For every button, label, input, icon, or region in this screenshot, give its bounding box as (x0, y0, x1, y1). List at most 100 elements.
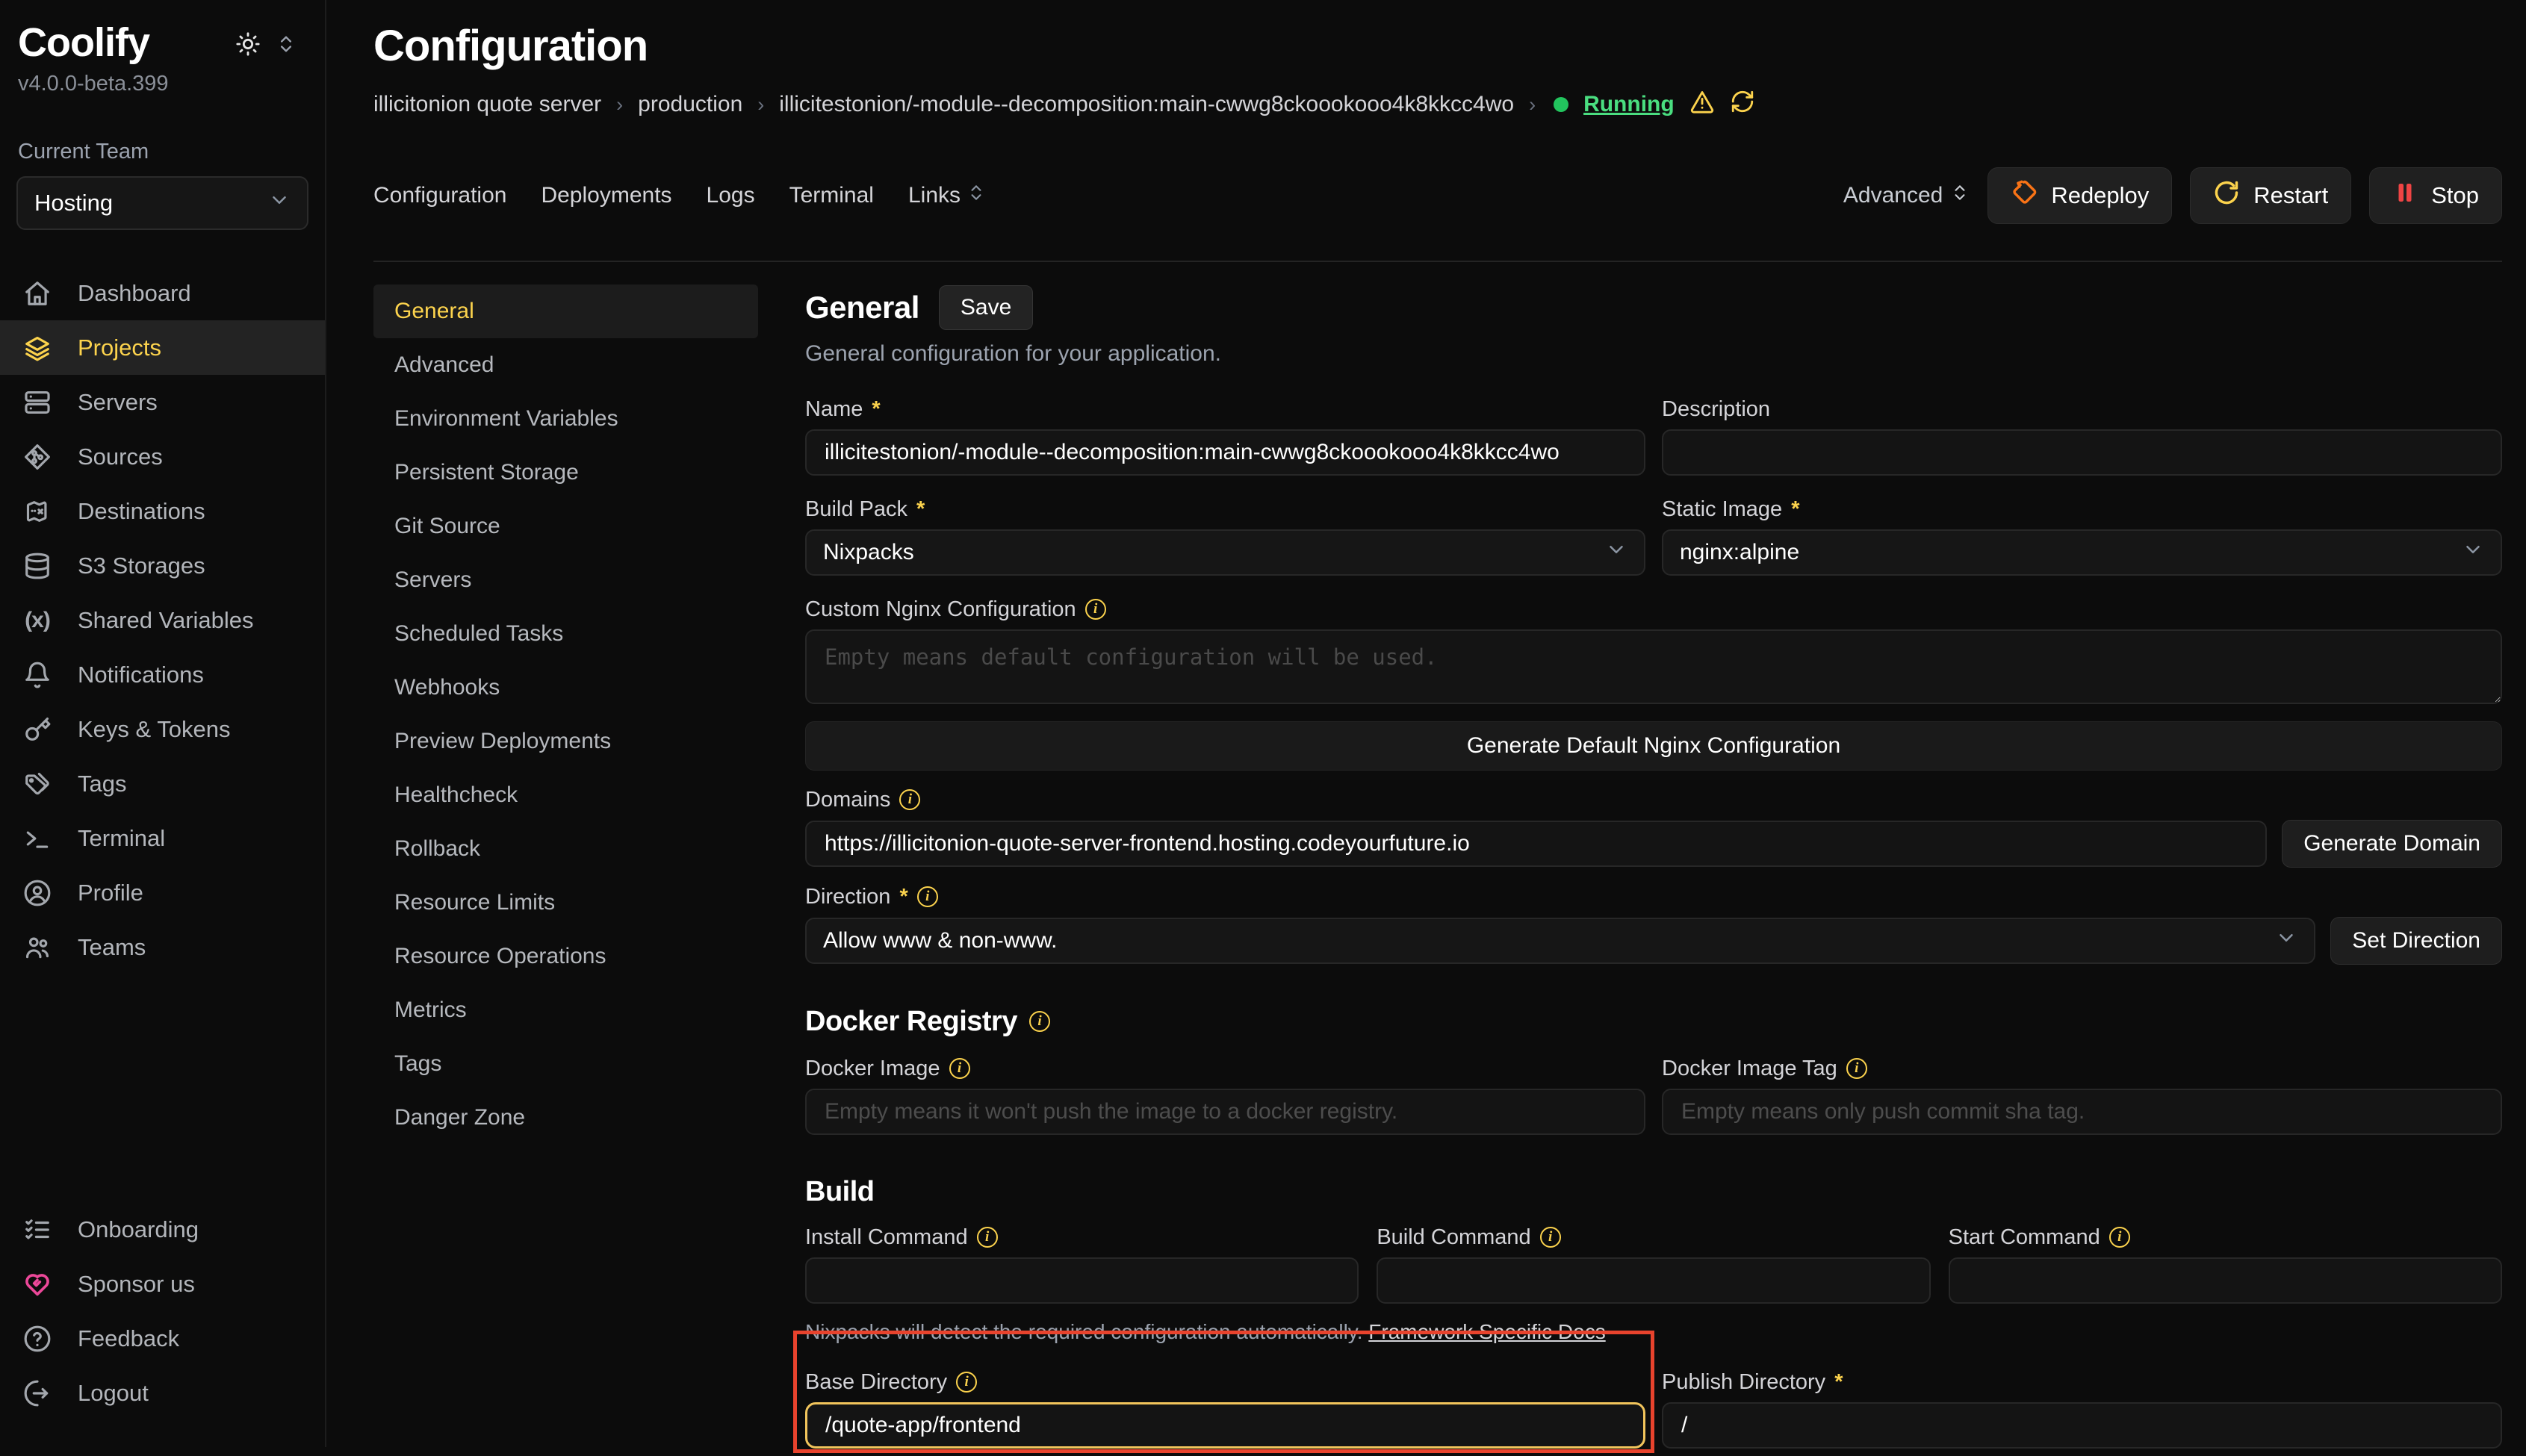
subnav-metrics[interactable]: Metrics (373, 983, 758, 1037)
current-team-label: Current Team (0, 140, 325, 164)
subnav-healthcheck[interactable]: Healthcheck (373, 768, 758, 822)
docker-image-tag-input[interactable] (1662, 1089, 2502, 1135)
sidebar-item-dashboard[interactable]: Dashboard (0, 266, 325, 320)
base-directory-label: Base Directory (805, 1370, 947, 1395)
sidebar-item-keys-tokens[interactable]: Keys & Tokens (0, 702, 325, 756)
subnav-resource-limits[interactable]: Resource Limits (373, 876, 758, 930)
name-input[interactable] (805, 429, 1645, 476)
generate-nginx-button[interactable]: Generate Default Nginx Configuration (805, 721, 2502, 771)
chevron-down-icon (1605, 538, 1627, 567)
sidebar-item-projects[interactable]: Projects (0, 320, 325, 375)
info-icon[interactable]: i (899, 789, 920, 810)
sidebar-collapse-icon[interactable] (276, 34, 297, 58)
domains-input[interactable] (805, 821, 2267, 867)
static-image-select[interactable]: nginx:alpine (1662, 529, 2502, 576)
pause-icon (2392, 180, 2418, 211)
description-input[interactable] (1662, 429, 2502, 476)
sidebar-item-tags[interactable]: Tags (0, 756, 325, 811)
breadcrumb-environment[interactable]: production (638, 92, 742, 117)
status-running-link[interactable]: Running (1583, 92, 1675, 117)
warning-triangle-icon[interactable] (1689, 89, 1715, 120)
subnav-tags[interactable]: Tags (373, 1037, 758, 1091)
build-command-input[interactable] (1377, 1257, 1930, 1304)
info-icon[interactable]: i (1029, 1011, 1050, 1032)
build-command-label: Build Command (1377, 1225, 1530, 1250)
tab-logs[interactable]: Logs (707, 183, 755, 208)
docker-image-label: Docker Image (805, 1057, 940, 1081)
theme-toggle-sun-icon[interactable] (235, 31, 261, 60)
sidebar-item-destinations[interactable]: Destinations (0, 484, 325, 538)
subnav-rollback[interactable]: Rollback (373, 822, 758, 876)
breadcrumb-project[interactable]: illicitonion quote server (373, 92, 601, 117)
sidebar-item-feedback[interactable]: Feedback (0, 1311, 325, 1366)
chevron-down-icon (2275, 927, 2297, 955)
direction-select[interactable]: Allow www & non-www. (805, 918, 2315, 964)
user-circle-icon (21, 879, 54, 907)
stop-button[interactable]: Stop (2369, 167, 2502, 224)
required-marker: * (1791, 497, 1799, 522)
info-icon[interactable]: i (2109, 1227, 2130, 1248)
team-select[interactable]: Hosting (16, 176, 308, 230)
tab-deployments[interactable]: Deployments (541, 183, 671, 208)
custom-nginx-textarea[interactable] (805, 629, 2502, 704)
breadcrumb-separator: › (1529, 93, 1536, 116)
docker-image-input[interactable] (805, 1089, 1645, 1135)
build-pack-value: Nixpacks (823, 540, 914, 565)
subnav-general[interactable]: General (373, 284, 758, 338)
subnav-resource-operations[interactable]: Resource Operations (373, 930, 758, 983)
info-icon[interactable]: i (917, 886, 938, 907)
build-pack-select[interactable]: Nixpacks (805, 529, 1645, 576)
tab-links[interactable]: Links (908, 183, 986, 208)
generate-domain-button[interactable]: Generate Domain (2282, 820, 2502, 868)
sidebar-item-notifications[interactable]: Notifications (0, 647, 325, 702)
sidebar-item-label: Terminal (78, 825, 165, 852)
sidebar-item-sources[interactable]: Sources (0, 429, 325, 484)
framework-docs-link[interactable]: Framework Specific Docs (1368, 1320, 1605, 1343)
redeploy-button[interactable]: Redeploy (1987, 167, 2172, 224)
breadcrumb-application[interactable]: illicitestonion/-module--decomposition:m… (779, 92, 1514, 117)
sidebar-item-teams[interactable]: Teams (0, 920, 325, 974)
subnav-danger-zone[interactable]: Danger Zone (373, 1091, 758, 1145)
sidebar-item-sponsor-us[interactable]: Sponsor us (0, 1257, 325, 1311)
subnav-scheduled-tasks[interactable]: Scheduled Tasks (373, 607, 758, 661)
start-command-input[interactable] (1949, 1257, 2502, 1304)
git-source-icon (21, 443, 54, 471)
tab-terminal[interactable]: Terminal (789, 183, 874, 208)
sidebar-item-onboarding[interactable]: Onboarding (0, 1202, 325, 1257)
subnav-preview-deployments[interactable]: Preview Deployments (373, 715, 758, 768)
subnav-environment-variables[interactable]: Environment Variables (373, 392, 758, 446)
tab-configuration[interactable]: Configuration (373, 183, 506, 208)
sidebar-item-servers[interactable]: Servers (0, 375, 325, 429)
sidebar-item-s3-storages[interactable]: S3 Storages (0, 538, 325, 593)
sidebar-item-shared-variables[interactable]: (x) Shared Variables (0, 593, 325, 647)
subnav-webhooks[interactable]: Webhooks (373, 661, 758, 715)
save-button[interactable]: Save (939, 285, 1033, 330)
heart-handshake-icon (21, 1270, 54, 1298)
install-command-label: Install Command (805, 1225, 968, 1250)
advanced-dropdown[interactable]: Advanced (1843, 183, 1970, 208)
publish-directory-input[interactable] (1662, 1402, 2502, 1449)
info-icon[interactable]: i (1846, 1058, 1867, 1079)
server-icon (21, 388, 54, 417)
refresh-icon[interactable] (1730, 89, 1755, 120)
base-directory-input[interactable] (805, 1402, 1645, 1449)
info-icon[interactable]: i (977, 1227, 998, 1248)
info-icon[interactable]: i (956, 1372, 977, 1393)
restart-button[interactable]: Restart (2190, 167, 2351, 224)
info-icon[interactable]: i (1085, 599, 1106, 620)
subnav-servers[interactable]: Servers (373, 553, 758, 607)
sidebar-item-logout[interactable]: Logout (0, 1366, 325, 1420)
subnav-advanced[interactable]: Advanced (373, 338, 758, 392)
info-icon[interactable]: i (949, 1058, 970, 1079)
sidebar-item-terminal[interactable]: Terminal (0, 811, 325, 865)
sidebar-item-label: S3 Storages (78, 553, 205, 579)
section-subtitle: General configuration for your applicati… (805, 341, 2502, 367)
sidebar-item-profile[interactable]: Profile (0, 865, 325, 920)
info-icon[interactable]: i (1540, 1227, 1561, 1248)
users-icon (21, 933, 54, 962)
install-command-input[interactable] (805, 1257, 1359, 1304)
subnav-persistent-storage[interactable]: Persistent Storage (373, 446, 758, 500)
set-direction-button[interactable]: Set Direction (2330, 917, 2502, 965)
section-title-build: Build (805, 1176, 874, 1208)
subnav-git-source[interactable]: Git Source (373, 500, 758, 553)
